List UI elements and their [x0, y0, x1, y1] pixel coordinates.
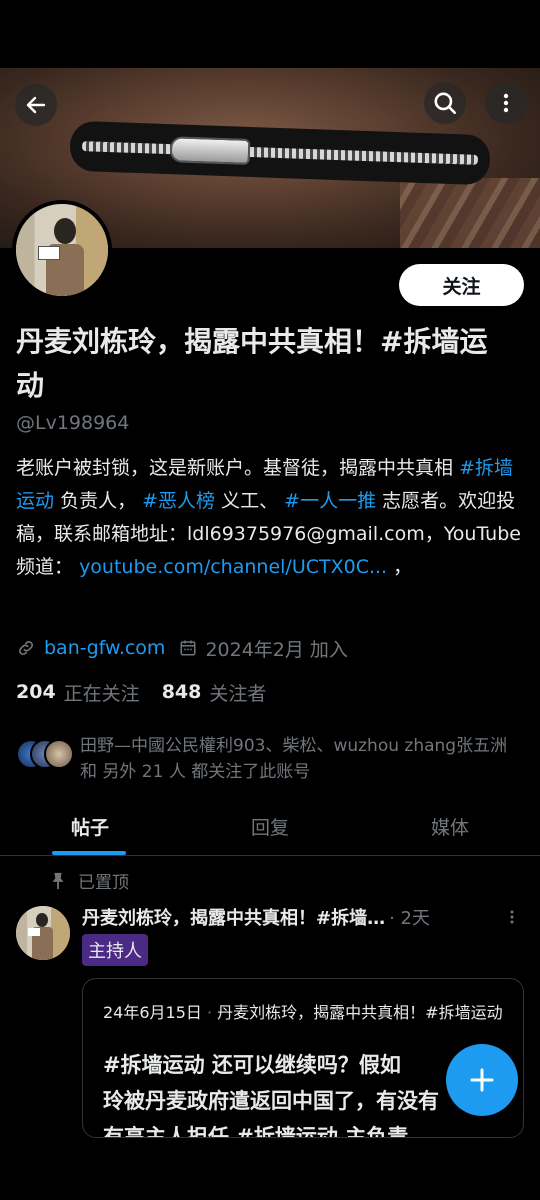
post-time: · 2天	[389, 908, 430, 929]
quote-date: 24年6月15日	[103, 1003, 202, 1022]
follower-avatars	[16, 739, 78, 771]
joined-date: 2024年2月 加入	[205, 638, 348, 661]
more-vertical-icon	[503, 93, 509, 113]
tab-label: 帖子	[70, 817, 109, 839]
hashtag-link[interactable]: #一人一推	[284, 490, 376, 512]
followers-count: 848	[161, 681, 202, 703]
bio-text: 负责人，	[60, 490, 137, 512]
plus-icon	[470, 1068, 494, 1092]
joined-item: 2024年2月 加入	[179, 635, 348, 662]
follower-avatar	[44, 739, 74, 769]
post-author[interactable]: 丹麦刘栋玲，揭露中共真相！#拆墙…	[82, 904, 385, 930]
tab-label: 回复	[250, 817, 289, 839]
following-count: 204	[16, 681, 56, 703]
tab-label: 媒体	[430, 817, 469, 839]
back-button[interactable]	[15, 84, 57, 126]
quote-text-line: 有高主人担任 #拆墙运动 主负责	[103, 1125, 409, 1138]
profile-handle: @Lv198964	[16, 412, 130, 434]
following-label: 正在关注	[63, 682, 140, 705]
website-link[interactable]: ban-gfw.com	[44, 637, 165, 659]
tab-posts[interactable]: 帖子	[0, 798, 180, 855]
status-area	[0, 0, 540, 68]
hashtag-link[interactable]: #恶人榜	[142, 490, 215, 512]
tab-active-indicator	[52, 851, 126, 855]
following-stat[interactable]: 204 正在关注	[16, 679, 140, 706]
followed-by-text: 田野—中國公民權利903、柴松、wuzhou zhang张五洲 和 另外 21 …	[80, 736, 508, 782]
website-item[interactable]: ban-gfw.com	[16, 637, 165, 659]
link-icon	[19, 641, 33, 655]
quote-header: 24年6月15日 · 丹麦刘栋玲，揭露中共真相！#拆墙运动	[103, 1003, 503, 1022]
profile-tabs: 帖子 回复 媒体	[0, 798, 540, 856]
banner-shirt	[400, 178, 540, 248]
banner-zipper	[69, 120, 491, 186]
youtube-link[interactable]: youtube.com/channel/UCTX0C...	[79, 556, 387, 578]
profile-meta: ban-gfw.com 2024年2月 加入	[16, 632, 362, 664]
profile-name: 丹麦刘栋玲，揭露中共真相！#拆墙运 动	[16, 320, 526, 408]
followers-stat[interactable]: 848 关注者	[162, 679, 267, 706]
bio-text: 老账户被封锁，这是新账户。基督徒，揭露中共真相	[16, 457, 454, 479]
profile-name-line1: 丹麦刘栋玲，揭露中共真相！#拆墙运	[16, 325, 488, 358]
tab-replies[interactable]: 回复	[180, 798, 360, 855]
profile-name-line2: 动	[16, 369, 45, 402]
pinned-label: 已置顶	[78, 873, 129, 893]
bio-text: 义工、	[221, 490, 279, 512]
post-avatar[interactable]	[16, 906, 70, 960]
host-badge: 主持人	[82, 934, 148, 966]
profile-stats: 204 正在关注 848 关注者	[16, 676, 288, 708]
calendar-icon	[180, 640, 196, 656]
more-button[interactable]	[485, 82, 527, 124]
post-header: 丹麦刘栋玲，揭露中共真相！#拆墙… · 2天	[82, 902, 522, 932]
search-button[interactable]	[424, 82, 466, 124]
followers-label: 关注者	[209, 682, 267, 705]
pin-icon	[52, 872, 64, 889]
followed-by[interactable]: 田野—中國公民權利903、柴松、wuzhou zhang张五洲 和 另外 21 …	[16, 733, 526, 785]
tab-media[interactable]: 媒体	[360, 798, 540, 855]
search-icon	[434, 92, 457, 115]
bottom-area	[0, 1138, 540, 1200]
profile-avatar[interactable]	[12, 200, 112, 300]
profile-bio: 老账户被封锁，这是新账户。基督徒，揭露中共真相 #拆墙运动 负责人， #恶人榜 …	[16, 452, 526, 584]
quote-author: 丹麦刘栋玲，揭露中共真相！#拆墙运动	[217, 1003, 503, 1022]
bio-text: ，	[393, 556, 413, 578]
pinned-indicator: 已置顶	[50, 868, 129, 893]
arrow-left-icon	[26, 96, 46, 114]
compose-button[interactable]	[446, 1044, 518, 1116]
more-vertical-icon[interactable]	[502, 906, 522, 928]
follow-button[interactable]: 关注	[399, 264, 524, 306]
